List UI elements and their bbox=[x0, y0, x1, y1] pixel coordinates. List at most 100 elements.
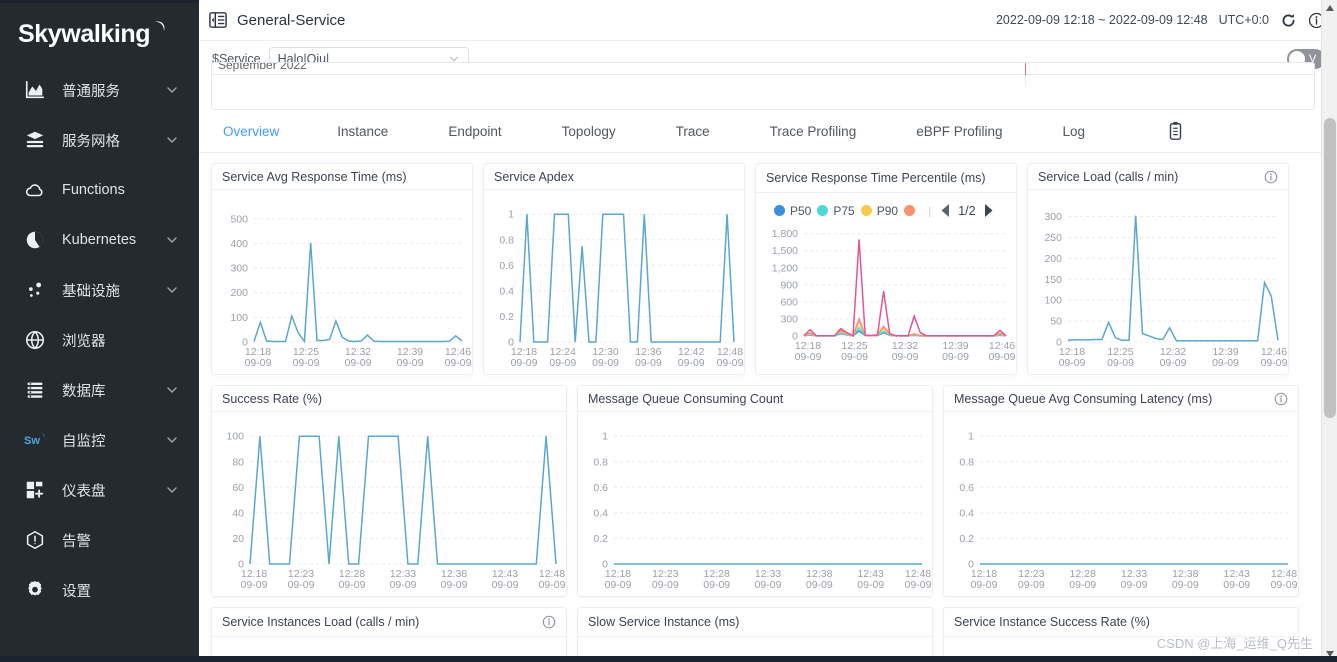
legend-color-dot bbox=[904, 205, 916, 216]
widget-header: Service Avg Response Time (ms) bbox=[212, 164, 472, 190]
chart-icon bbox=[24, 79, 46, 101]
widget-title: Service Apdex bbox=[494, 169, 574, 184]
svg-text:0.6: 0.6 bbox=[593, 482, 608, 494]
svg-text:09-09: 09-09 bbox=[1261, 357, 1288, 369]
browser-scroll-thumb[interactable] bbox=[1324, 118, 1336, 418]
brand-logo[interactable]: Skywalking bbox=[0, 3, 199, 65]
chevron-down-icon[interactable] bbox=[165, 83, 183, 97]
chevron-down-icon[interactable] bbox=[165, 133, 183, 147]
tab-overview[interactable]: Overview bbox=[213, 110, 289, 153]
svg-text:900: 900 bbox=[780, 279, 798, 291]
sidebar-item-label: Kubernetes bbox=[62, 232, 137, 248]
brand-name: Skywalking bbox=[18, 19, 151, 48]
legend-color-dot bbox=[860, 205, 872, 216]
tab-endpoint[interactable]: Endpoint bbox=[438, 110, 511, 153]
svg-text:600: 600 bbox=[780, 296, 798, 308]
svg-text:0.6: 0.6 bbox=[959, 482, 974, 494]
gear-icon bbox=[24, 579, 46, 601]
info-icon[interactable] bbox=[1264, 170, 1278, 184]
svg-text:300: 300 bbox=[1044, 211, 1062, 223]
chart-plot[interactable]: 0 0.2 0.4 0.6 0.8 1 12:18 09-09 12:23 09-09 12:28 0… bbox=[582, 418, 931, 594]
browser-scrollbar[interactable] bbox=[1321, 0, 1337, 662]
browser-scroll-up-icon[interactable] bbox=[1322, 0, 1337, 16]
chevron-down-icon[interactable] bbox=[165, 433, 183, 447]
svg-text:80: 80 bbox=[232, 456, 244, 468]
legend-item-0[interactable]: P50 bbox=[774, 204, 811, 218]
sidebar-item-9[interactable]: 告警 bbox=[0, 515, 199, 565]
svg-text:300: 300 bbox=[230, 263, 248, 275]
sidebar-item-6[interactable]: 数据库 bbox=[0, 365, 199, 415]
svg-text:100: 100 bbox=[226, 431, 244, 443]
chart-plot[interactable]: 0 100 200 300 400 500 12:18 09-09 12:25 09-09 12:3… bbox=[216, 196, 471, 372]
widget-title: Service Instance Success Rate (%) bbox=[954, 615, 1150, 629]
tab-trace-profiling[interactable]: Trace Profiling bbox=[760, 110, 867, 153]
svg-text:09-09: 09-09 bbox=[549, 357, 576, 369]
svg-text:09-09: 09-09 bbox=[1172, 579, 1199, 591]
info-icon[interactable] bbox=[1274, 392, 1288, 406]
sidebar-item-label: 告警 bbox=[62, 533, 91, 550]
chevron-down-icon[interactable] bbox=[165, 233, 183, 247]
sidebar-item-label: 设置 bbox=[62, 583, 91, 600]
tab-trace[interactable]: Trace bbox=[666, 110, 720, 153]
time-range-text[interactable]: 2022-09-09 12:18 ~ 2022-09-09 12:48 bbox=[996, 13, 1208, 27]
clipboard-icon[interactable] bbox=[1167, 121, 1184, 141]
info-icon[interactable] bbox=[542, 615, 556, 629]
svg-text:09-09: 09-09 bbox=[539, 579, 566, 591]
chevron-down-icon[interactable] bbox=[165, 483, 183, 497]
chevron-right-icon[interactable] bbox=[982, 203, 995, 218]
dashboard-icon bbox=[24, 479, 46, 501]
legend-item-2[interactable]: P90 bbox=[860, 204, 898, 218]
chart-plot[interactable]: 0 300 600 900 1,200 1,500 1,800 12:18 09-09 12:25… bbox=[760, 220, 1016, 366]
cloud-icon bbox=[24, 179, 46, 201]
tab-ebpf-profiling[interactable]: eBPF Profiling bbox=[906, 110, 1012, 153]
svg-text:09-09: 09-09 bbox=[397, 357, 424, 369]
sidebar-item-0[interactable]: 普通服务 bbox=[0, 65, 199, 115]
collapse-sidebar-icon[interactable] bbox=[209, 11, 227, 29]
svg-text:0.2: 0.2 bbox=[959, 533, 974, 545]
widget-body: 0 50 100 150 200 250 300 12:18 09-09 12:25 09-09 12… bbox=[1028, 190, 1288, 374]
tab-log[interactable]: Log bbox=[1053, 110, 1096, 153]
widget-header: Service Apdex bbox=[484, 164, 744, 190]
chevron-down-icon[interactable] bbox=[165, 383, 183, 397]
chart-plot[interactable]: 0 20 40 60 80 100 12:18 09-09 12:23 09-09 12:28 09-… bbox=[216, 418, 565, 594]
svg-text:09-09: 09-09 bbox=[605, 579, 632, 591]
svg-text:09-09: 09-09 bbox=[678, 357, 705, 369]
widget-row-1: Service Avg Response Time (ms) 0 100 200 300… bbox=[211, 163, 1325, 375]
chevron-down-icon[interactable] bbox=[165, 283, 183, 297]
dashboard-content: Overview Instance Endpoint Topology Trace Tra… bbox=[199, 110, 1337, 662]
svg-text:09-09: 09-09 bbox=[1160, 357, 1187, 369]
svg-text:60: 60 bbox=[232, 482, 244, 494]
date-picker-divider bbox=[1025, 63, 1026, 75]
date-picker-panel[interactable]: September 2022 bbox=[211, 62, 1315, 110]
widget-header: Service Response Time Percentile (ms) bbox=[756, 164, 1016, 193]
svg-text:09-09: 09-09 bbox=[717, 357, 744, 369]
refresh-icon[interactable] bbox=[1280, 12, 1297, 29]
chart-plot[interactable]: 0 50 100 150 200 250 300 12:18 09-09 12:25 09-09 12… bbox=[1032, 196, 1287, 372]
svg-text:09-09: 09-09 bbox=[989, 351, 1016, 363]
svg-text:09-09: 09-09 bbox=[288, 579, 315, 591]
legend-item-3[interactable] bbox=[904, 205, 920, 216]
chevron-left-icon[interactable] bbox=[939, 203, 952, 218]
legend-item-1[interactable]: P75 bbox=[817, 204, 855, 218]
bottom-strip bbox=[0, 656, 1337, 662]
sidebar-item-1[interactable]: 服务网格 bbox=[0, 115, 199, 165]
svg-text:20: 20 bbox=[232, 533, 244, 545]
sidebar-item-10[interactable]: 设置 bbox=[0, 565, 199, 615]
sidebar-item-8[interactable]: 仪表盘 bbox=[0, 465, 199, 515]
svg-text:09-09: 09-09 bbox=[293, 357, 320, 369]
svg-text:09-09: 09-09 bbox=[892, 351, 919, 363]
chart-plot[interactable]: 0 0.2 0.4 0.6 0.8 1 12:18 09-09 12:23 09-09 12:28 0… bbox=[948, 418, 1297, 594]
sidebar-item-4[interactable]: 基础设施 bbox=[0, 265, 199, 315]
chart-plot[interactable]: 0 0.2 0.4 0.6 0.8 1 12:18 09-09 12:24 09-09 12:30 0… bbox=[488, 196, 743, 372]
svg-text:09-09: 09-09 bbox=[1018, 579, 1045, 591]
sidebar-item-2[interactable]: Functions bbox=[0, 165, 199, 215]
tab-topology[interactable]: Topology bbox=[552, 110, 626, 153]
sidebar-item-7[interactable]: Sw 自监控 bbox=[0, 415, 199, 465]
sidebar-item-5[interactable]: 浏览器 bbox=[0, 315, 199, 365]
tab-instance[interactable]: Instance bbox=[327, 110, 398, 153]
page-title: General-Service bbox=[237, 11, 346, 29]
svg-text:09-09: 09-09 bbox=[1271, 579, 1298, 591]
sidebar-item-3[interactable]: Kubernetes bbox=[0, 215, 199, 265]
svg-text:200: 200 bbox=[230, 287, 248, 299]
topbar-right: 2022-09-09 12:18 ~ 2022-09-09 12:48 UTC+… bbox=[996, 12, 1325, 29]
